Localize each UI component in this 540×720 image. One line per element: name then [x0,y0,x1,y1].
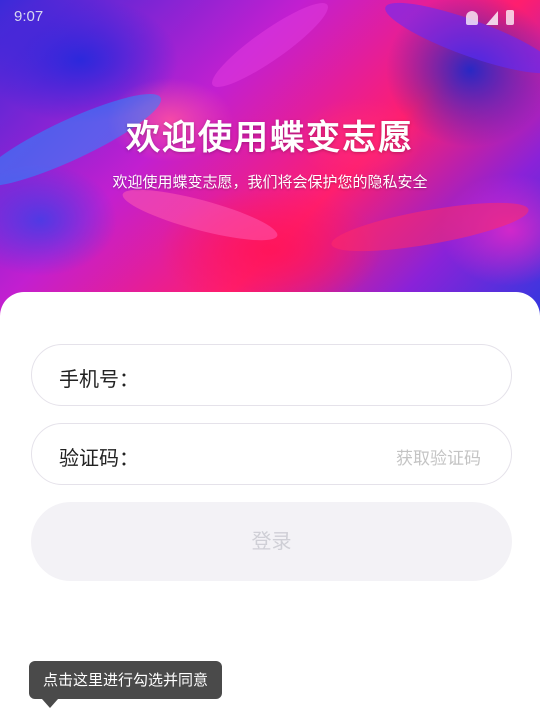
signal-icon [486,10,498,25]
hero-banner: 9:07 欢迎使用蝶变志愿 欢迎使用蝶变志愿，我们将会保护您的隐私安全 [0,0,540,330]
status-time: 9:07 [14,8,44,25]
battery-icon [506,10,514,25]
login-button[interactable]: 登录 [31,502,512,581]
get-code-button[interactable]: 获取验证码 [396,444,481,469]
welcome-subtitle: 欢迎使用蝶变志愿，我们将会保护您的隐私安全 [112,173,428,191]
phone-label: 手机号： [59,367,139,391]
tooltip-arrow [42,699,58,708]
welcome-title: 欢迎使用蝶变志愿 [126,118,414,158]
status-icons [466,10,514,25]
wifi-icon [466,10,478,25]
code-label: 验证码： [59,446,139,470]
phone-field[interactable]: 手机号： [31,344,512,406]
status-bar: 9:07 [0,0,540,36]
paint-streak [328,192,532,262]
agreement-tooltip: 点击这里进行勾选并同意 [29,661,223,699]
verification-code-field[interactable]: 验证码： 获取验证码 [31,423,512,485]
